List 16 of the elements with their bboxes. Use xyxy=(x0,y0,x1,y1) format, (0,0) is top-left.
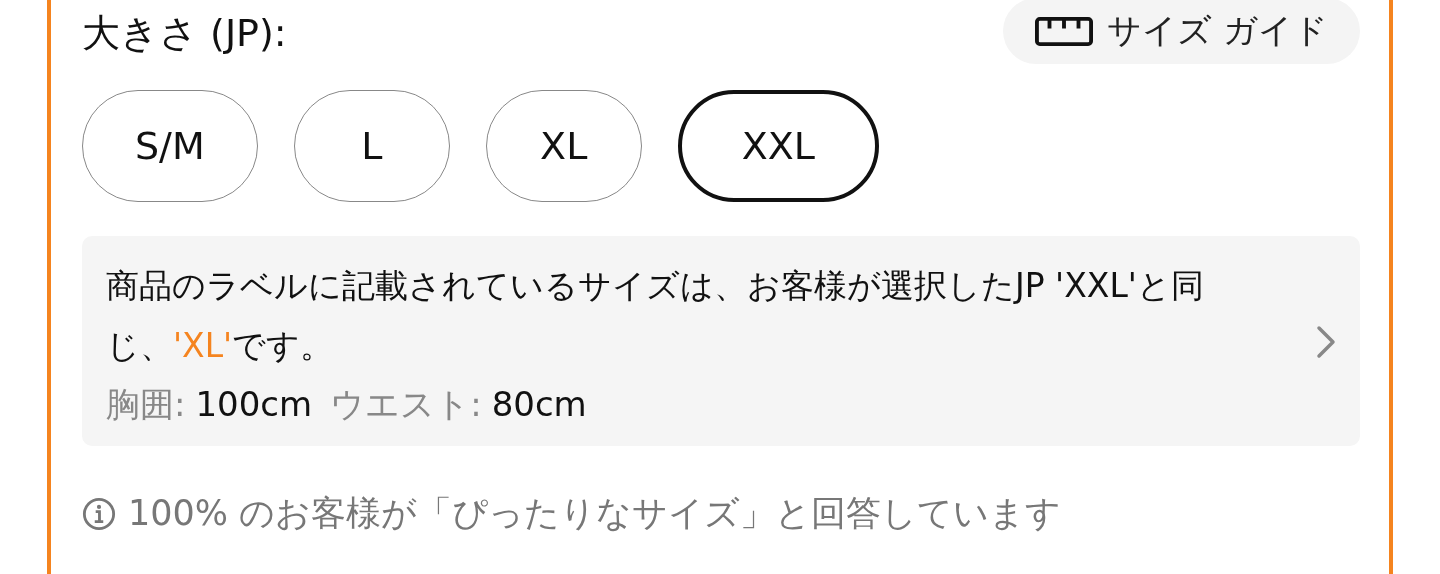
ruler-icon xyxy=(1035,16,1094,46)
size-guide-button[interactable]: サイズ ガイド xyxy=(1003,0,1360,64)
size-option[interactable]: XXL xyxy=(677,90,879,202)
measurement-label: ウエスト: xyxy=(330,383,482,426)
size-note-card[interactable]: 商品のラベルに記載されているサイズは、お客様が選択したJP 'XXL'と同じ、'XL'です。 胸囲: 100cm ウエスト: 80cm xyxy=(82,236,1360,446)
chevron-right-icon xyxy=(1316,325,1336,359)
info-icon xyxy=(82,496,116,531)
fit-info-text: 100% のお客様が「ぴったりなサイズ」と回答しています xyxy=(128,492,1062,535)
measurement-value: 100cm xyxy=(195,384,313,424)
measurement-value: 80cm xyxy=(491,384,587,424)
size-option[interactable]: S/M xyxy=(82,90,258,202)
measurement-label: 胸囲: xyxy=(106,383,186,426)
size-option[interactable]: XL xyxy=(485,90,642,202)
size-option[interactable]: L xyxy=(293,90,450,202)
size-label: 大きさ (JP): xyxy=(82,9,287,57)
size-message: 商品のラベルに記載されているサイズは、お客様が選択したJP 'XXL'と同じ、'XL'です。 xyxy=(106,265,1205,367)
